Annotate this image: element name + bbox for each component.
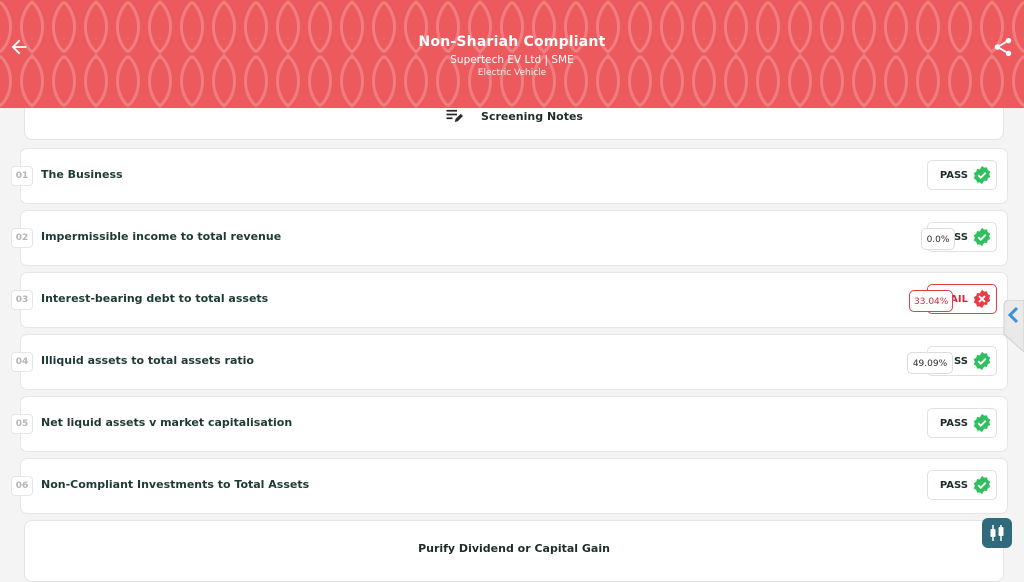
ratio-value: 0.0%: [921, 228, 955, 250]
notes-edit-icon: [446, 109, 464, 122]
x-badge-icon: [973, 289, 991, 309]
share-icon[interactable]: [992, 36, 1014, 58]
chart-fab-button[interactable]: [982, 518, 1012, 548]
row-number: 01: [11, 166, 33, 186]
screen-row-illiquid-assets[interactable]: 04 Illiquid assets to total assets ratio…: [11, 334, 1008, 390]
screen-row-business[interactable]: 01 The Business PASS: [11, 148, 1008, 204]
screen-row-impermissible-income[interactable]: 02 Impermissible income to total revenue…: [11, 210, 1008, 266]
purify-card[interactable]: Purify Dividend or Capital Gain: [24, 520, 1004, 582]
row-label: Impermissible income to total revenue: [41, 230, 282, 243]
purify-label: Purify Dividend or Capital Gain: [418, 542, 610, 555]
status-text: PASS: [939, 169, 968, 181]
row-number: 04: [11, 352, 33, 372]
screening-notes-label: Screening Notes: [481, 109, 583, 123]
app-header: Non-Shariah Compliant Supertech EV Ltd |…: [0, 0, 1024, 108]
status-text: SS: [954, 355, 968, 367]
status-text: PASS: [939, 417, 968, 429]
company-name: Supertech EV Ltd | SME: [450, 54, 574, 66]
check-badge-icon: [973, 413, 991, 433]
ratio-value: 49.09%: [907, 352, 953, 374]
row-label: Non-Compliant Investments to Total Asset…: [41, 478, 310, 491]
side-panel-tab[interactable]: [1002, 300, 1024, 352]
screen-row-net-liquid-assets[interactable]: 05 Net liquid assets v market capitalisa…: [11, 396, 1008, 452]
status-pass-badge[interactable]: PASS: [927, 160, 997, 190]
page-title: Non-Shariah Compliant: [418, 34, 606, 50]
check-badge-icon: [973, 227, 991, 247]
screen-row-interest-debt[interactable]: 03 Interest-bearing debt to total assets…: [11, 272, 1008, 328]
row-number: 02: [11, 228, 33, 248]
row-label: Interest-bearing debt to total assets: [41, 292, 269, 305]
check-badge-icon: [973, 475, 991, 495]
row-number: 06: [11, 476, 33, 496]
row-label: Illiquid assets to total assets ratio: [41, 354, 254, 367]
status-pass-badge[interactable]: PASS: [927, 408, 997, 438]
status-text: SS: [954, 231, 968, 243]
status-pass-badge[interactable]: PASS: [927, 470, 997, 500]
ratio-value: 33.04%: [909, 290, 953, 312]
screening-notes-button[interactable]: Screening Notes: [25, 108, 1003, 124]
check-badge-icon: [973, 351, 991, 371]
header-titles: Non-Shariah Compliant Supertech EV Ltd |…: [0, 34, 1024, 78]
screen-row-non-compliant-investments[interactable]: 06 Non-Compliant Investments to Total As…: [11, 458, 1008, 514]
check-badge-icon: [973, 165, 991, 185]
status-text: PASS: [939, 479, 968, 491]
company-sector: Electric Vehicle: [477, 68, 547, 78]
candlestick-icon: [990, 525, 1004, 541]
row-label: Net liquid assets v market capitalisatio…: [41, 416, 293, 429]
row-label: The Business: [41, 168, 123, 181]
row-number: 03: [11, 290, 33, 310]
row-number: 05: [11, 414, 33, 434]
